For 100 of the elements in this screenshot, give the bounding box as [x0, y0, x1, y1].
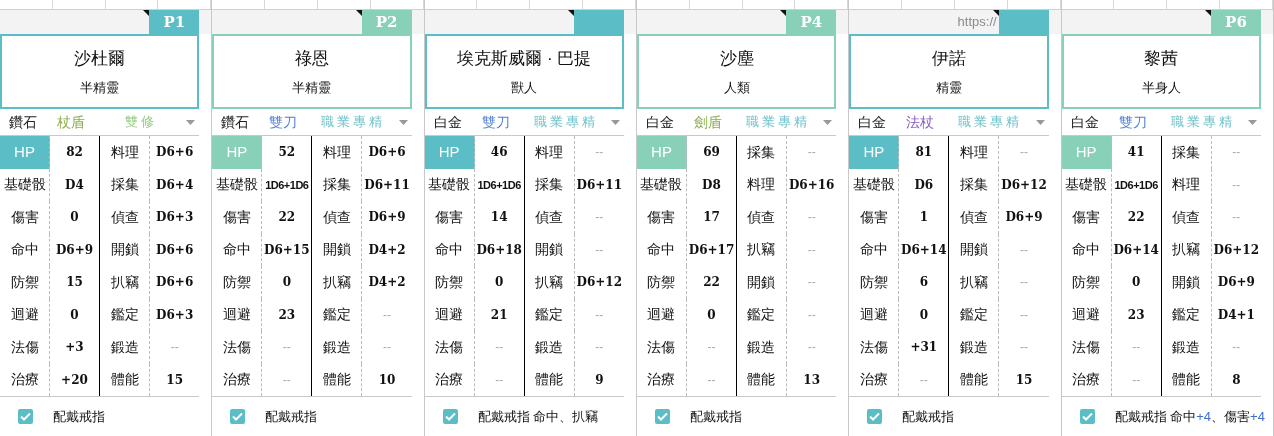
race-label: 半身人 [1141, 80, 1181, 94]
table-cell-text: -- [1231, 176, 1242, 194]
character-name: 沙塵 [719, 49, 754, 67]
table-cell: 防禦 [212, 266, 263, 299]
table-cell: 開鎖 [949, 233, 1000, 266]
table-cell-text: -- [1018, 339, 1029, 357]
table-cell: 鍛造 [312, 331, 363, 364]
table-cell: 鍛造 [1161, 331, 1212, 364]
table-cell-text: D6+6 [155, 144, 195, 162]
table-cell: 法傷 [424, 331, 475, 364]
class-label: 職業專精 [320, 113, 387, 132]
table-cell: -- [474, 363, 525, 396]
comment-marker-icon [992, 10, 999, 16]
table-cell: 0 [262, 266, 313, 299]
table-cell: 體能 [1161, 363, 1212, 396]
table-cell: 採集 [524, 168, 575, 201]
comment-marker-icon [1204, 10, 1211, 16]
table-cell: 法傷 [0, 331, 50, 364]
table-cell: 鑑定 [1161, 298, 1212, 331]
table-cell: 防禦 [1061, 266, 1112, 299]
player-badge: P6 [1210, 10, 1261, 34]
table-cell: 22 [1111, 201, 1162, 234]
table-cell: HP [0, 136, 50, 169]
table-cell-text: 13 [802, 371, 821, 389]
material-label: 鑽石 [8, 112, 38, 132]
dropdown-caret-icon[interactable] [611, 119, 620, 125]
table-cell: 偵查 [1161, 201, 1212, 234]
table-cell: 開鎖 [312, 233, 363, 266]
weapon-label: 劍盾 [693, 112, 723, 132]
material-label: 白金 [432, 112, 463, 132]
table-cell: 偵查 [100, 201, 150, 234]
table-cell: 法傷 [212, 331, 263, 364]
character-name: 沙杜爾 [74, 49, 126, 67]
table-cell: 22 [687, 266, 737, 299]
table-cell-text: D6+11 [575, 176, 624, 194]
table-cell: 開鎖 [100, 233, 150, 266]
table-cell: 命中 [849, 233, 900, 266]
table-cell: D8 [687, 168, 737, 201]
table-cell: 1 [899, 201, 950, 234]
table-cell-text: D4+2 [367, 241, 407, 259]
table-cell: 料理 [949, 136, 1000, 169]
table-cell: 14 [474, 201, 525, 234]
dropdown-caret-icon[interactable] [186, 119, 196, 125]
table-cell: 基礎骰 [637, 168, 687, 201]
table-cell: 鍛造 [737, 331, 787, 364]
table-cell: 扒竊 [524, 266, 575, 299]
table-cell: 採集 [949, 168, 1000, 201]
table-cell-text: -- [1018, 274, 1029, 292]
comment-marker-icon [568, 10, 574, 16]
table-cell: 防禦 [0, 266, 50, 299]
table-cell: 41 [1111, 136, 1162, 169]
table-cell: 法傷 [1061, 331, 1112, 364]
table-cell-text: -- [1018, 306, 1029, 324]
race-label: 人類 [723, 80, 750, 94]
dropdown-caret-icon[interactable] [1247, 119, 1257, 125]
table-cell: 偵查 [312, 201, 363, 234]
table-cell: D4 [50, 168, 100, 201]
player-badge: P4 [786, 10, 837, 34]
table-cell: 基礎骰 [424, 168, 475, 201]
table-cell-text: -- [806, 306, 817, 324]
table-cell: 命中 [424, 233, 475, 266]
table-cell: -- [687, 363, 737, 396]
table-cell: 17 [687, 201, 737, 234]
dropdown-caret-icon[interactable] [398, 119, 408, 125]
checkbox[interactable] [867, 409, 883, 424]
table-cell-text: 9 [594, 371, 605, 389]
table-cell: 基礎骰 [1061, 168, 1112, 201]
race-label: 半精靈 [292, 80, 332, 94]
checkbox[interactable] [1079, 409, 1095, 424]
weapon-label: 雙刀 [1117, 112, 1148, 132]
table-cell-text: -- [1231, 144, 1242, 162]
table-cell: 開鎖 [737, 266, 787, 299]
comment-marker-icon [780, 10, 787, 16]
checkbox[interactable] [18, 409, 33, 424]
table-cell: -- [474, 331, 525, 364]
weapon-label: 雙刀 [480, 112, 511, 132]
table-cell: 基礎骰 [0, 168, 50, 201]
table-cell: 治療 [212, 363, 263, 396]
table-cell-text: -- [594, 144, 605, 162]
checkbox[interactable] [230, 409, 246, 424]
class-label: 職業專精 [532, 113, 599, 132]
checkbox[interactable] [655, 409, 670, 424]
race-label: 獸人 [511, 80, 538, 94]
table-cell-text: D6+16 [787, 176, 836, 194]
table-cell-text: D6+4 [155, 176, 195, 194]
character-name: 埃克斯威爾 · 巴提 [457, 49, 592, 67]
checkbox[interactable] [442, 409, 458, 424]
table-cell: 命中 [1061, 233, 1112, 266]
material-label: 白金 [645, 112, 675, 132]
table-cell: HP [1061, 136, 1112, 169]
table-cell: 迴避 [637, 298, 687, 331]
dropdown-caret-icon[interactable] [823, 119, 833, 125]
table-cell: 法傷 [637, 331, 687, 364]
table-cell: 迴避 [212, 298, 263, 331]
ring-label: 配戴戒指 [265, 407, 318, 426]
table-cell: HP [637, 136, 687, 169]
table-cell-text: -- [594, 209, 605, 227]
table-cell: 23 [1111, 298, 1162, 331]
dropdown-caret-icon[interactable] [1035, 119, 1045, 125]
table-cell: 傷害 [212, 201, 263, 234]
